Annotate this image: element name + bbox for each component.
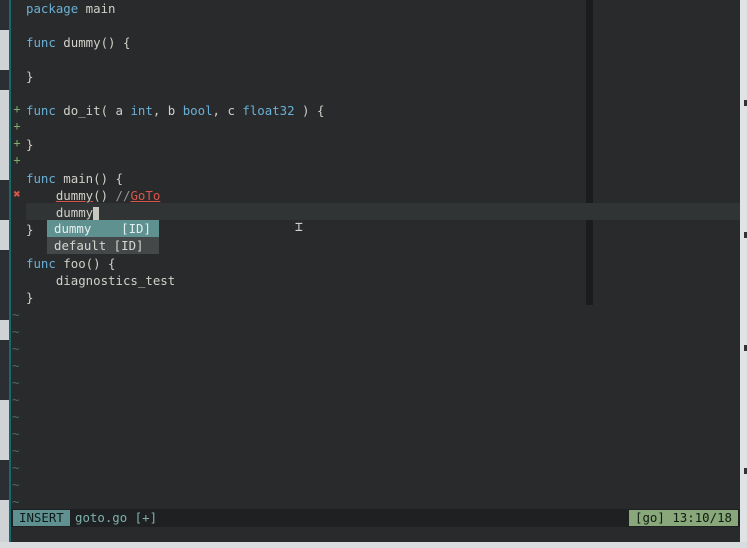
completion-popup[interactable]: dummy [ID] default [ID] [47, 220, 159, 254]
text-cursor [93, 206, 100, 221]
edge-block [0, 180, 9, 220]
function-call-error: dummy [55, 188, 94, 203]
code-text: , c [212, 103, 243, 118]
git-added-sign: + [13, 119, 21, 133]
empty-line-tilde: ~ [12, 477, 20, 492]
background-window-edge-left [0, 0, 9, 548]
type-name: int [130, 103, 153, 118]
cursor-line-highlight [26, 203, 740, 220]
git-added-sign: + [13, 102, 21, 116]
code-text: dummy [55, 205, 94, 220]
desktop-frame: + + + + ✖ package main func dummy() { } … [0, 0, 747, 548]
code-line-16[interactable]: diagnostics_test [26, 272, 175, 289]
filename-label: goto.go [+] [75, 510, 158, 525]
comment-marker: // [115, 188, 131, 203]
edge-block [0, 340, 9, 400]
code-line-14[interactable]: } [26, 221, 33, 238]
empty-line-tilde: ~ [12, 409, 20, 424]
edge-block [0, 70, 9, 90]
empty-line-tilde: ~ [12, 443, 20, 458]
empty-line-tilde: ~ [12, 375, 20, 390]
code-text: dummy() { [55, 35, 131, 50]
ibeam-mouse-cursor-icon: ⌶ [295, 220, 303, 235]
code-text: main() { [55, 171, 123, 186]
git-added-sign: + [13, 136, 21, 150]
code-line-15[interactable]: func foo() { [26, 255, 116, 272]
code-line-3[interactable]: func dummy() { [26, 34, 130, 51]
code-text: ) { [294, 103, 325, 118]
code-line-1[interactable]: package main [26, 0, 116, 17]
keyword: func [26, 103, 56, 118]
code-text: do_it( a [55, 103, 131, 118]
desktop-edge-bottom [0, 542, 747, 548]
error-sign-icon: ✖ [13, 187, 21, 201]
empty-line-tilde: ~ [12, 392, 20, 407]
code-line-17[interactable]: } [26, 289, 33, 306]
color-column [586, 0, 593, 305]
code-line-13-current[interactable]: dummy [26, 204, 100, 221]
keyword: func [26, 171, 56, 186]
empty-line-tilde: ~ [12, 358, 20, 373]
cursor-position: [go] 13:10/18 [629, 510, 738, 526]
keyword: func [26, 35, 56, 50]
code-line-12[interactable]: dummy() //GoTo [26, 187, 160, 204]
comment-text-error: GoTo [130, 188, 161, 203]
empty-line-tilde: ~ [12, 324, 20, 339]
code-text: () [93, 188, 116, 203]
empty-line-tilde: ~ [12, 307, 20, 322]
empty-line-tilde: ~ [12, 426, 20, 441]
code-line-7[interactable]: func do_it( a int, b bool, c float32 ) { [26, 102, 324, 119]
code-line-5[interactable]: } [26, 68, 33, 85]
background-window-edge-right [739, 0, 747, 548]
code-text: foo() { [55, 256, 116, 271]
edge-block [0, 0, 9, 30]
completion-item-selected[interactable]: dummy [ID] [47, 220, 159, 237]
completion-item[interactable]: default [ID] [47, 237, 159, 254]
mode-indicator: INSERT [13, 510, 70, 526]
vim-editor[interactable]: + + + + ✖ package main func dummy() { } … [11, 0, 740, 542]
type-name: float32 [242, 103, 295, 118]
code-line-11[interactable]: func main() { [26, 170, 123, 187]
keyword: func [26, 256, 56, 271]
empty-line-tilde: ~ [12, 341, 20, 356]
code-text: main [78, 1, 116, 16]
edge-block [0, 460, 9, 500]
code-text: , b [152, 103, 183, 118]
edge-block [0, 250, 9, 320]
status-line: INSERT goto.go [+] [go] 13:10/18 [11, 509, 740, 527]
type-name: bool [182, 103, 213, 118]
empty-line-tilde: ~ [12, 494, 20, 509]
empty-line-tilde: ~ [12, 460, 20, 475]
keyword: package [26, 1, 79, 16]
code-line-9[interactable]: } [26, 136, 33, 153]
git-added-sign: + [13, 153, 21, 167]
